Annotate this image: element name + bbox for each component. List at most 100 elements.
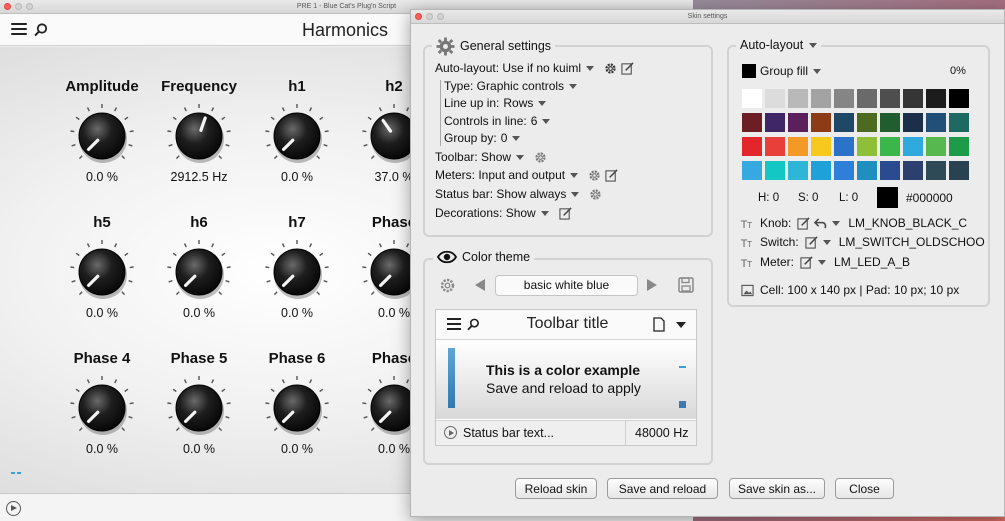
chevron-down-icon[interactable] xyxy=(822,239,831,245)
edit-icon[interactable] xyxy=(605,168,618,182)
decorations-dropdown[interactable]: Decorations: Show xyxy=(435,206,536,220)
color-swatch[interactable] xyxy=(810,112,832,133)
play-icon[interactable] xyxy=(6,501,21,516)
knob-dial[interactable] xyxy=(67,373,137,443)
color-swatch[interactable] xyxy=(902,160,924,181)
gear-icon[interactable] xyxy=(589,188,602,201)
knob-dial[interactable] xyxy=(262,101,332,171)
color-swatch[interactable] xyxy=(925,136,947,157)
theme-name-field[interactable]: basic white blue xyxy=(495,275,638,296)
knob-control[interactable]: h6 0.0 % xyxy=(150,213,248,320)
save-skin-as-button[interactable]: Save skin as... xyxy=(729,478,825,499)
color-swatch[interactable] xyxy=(764,112,786,133)
color-swatch[interactable] xyxy=(764,88,786,109)
next-theme-icon[interactable] xyxy=(647,279,657,291)
chevron-down-icon[interactable] xyxy=(540,210,549,216)
group-by-dropdown[interactable]: 0 xyxy=(501,131,508,145)
chevron-down-icon[interactable] xyxy=(571,191,580,197)
edit-icon[interactable] xyxy=(800,255,813,269)
chevron-down-icon[interactable] xyxy=(570,172,579,178)
group-fill-swatch[interactable] xyxy=(742,64,756,78)
color-swatch[interactable] xyxy=(879,112,901,133)
knob-control[interactable]: Amplitude 0.0 % xyxy=(53,77,151,184)
color-swatch[interactable] xyxy=(833,112,855,133)
knob-dial[interactable] xyxy=(164,101,234,171)
color-swatch[interactable] xyxy=(856,136,878,157)
color-swatch[interactable] xyxy=(810,136,832,157)
edit-icon[interactable] xyxy=(621,61,634,75)
color-swatch[interactable] xyxy=(741,88,763,109)
color-swatch[interactable] xyxy=(810,160,832,181)
color-swatch[interactable] xyxy=(833,136,855,157)
current-color-swatch[interactable] xyxy=(877,187,898,208)
color-swatch[interactable] xyxy=(833,88,855,109)
minimize-window-icon[interactable] xyxy=(426,13,433,20)
chevron-down-icon[interactable] xyxy=(586,65,595,71)
edit-icon[interactable] xyxy=(559,206,572,220)
chevron-down-icon[interactable] xyxy=(569,83,578,89)
meters-dropdown[interactable]: Meters: Input and output xyxy=(435,168,565,182)
color-swatch[interactable] xyxy=(925,160,947,181)
auto-layout-dropdown[interactable]: Auto-layout: Use if no kuiml xyxy=(435,61,581,75)
color-swatch[interactable] xyxy=(925,88,947,109)
color-swatch[interactable] xyxy=(787,88,809,109)
color-swatch[interactable] xyxy=(787,136,809,157)
knob-control[interactable]: Phase 5 0.0 % xyxy=(150,349,248,456)
knob-control[interactable]: Phase 6 0.0 % xyxy=(248,349,346,456)
gear-icon[interactable] xyxy=(588,169,601,182)
color-swatch[interactable] xyxy=(948,112,970,133)
color-swatch[interactable] xyxy=(925,112,947,133)
edit-icon[interactable] xyxy=(805,235,818,249)
color-swatch[interactable] xyxy=(879,88,901,109)
status-bar-dropdown[interactable]: Status bar: Show always xyxy=(435,187,566,201)
chevron-down-icon[interactable] xyxy=(832,220,841,226)
color-swatch[interactable] xyxy=(764,160,786,181)
reload-skin-button[interactable]: Reload skin xyxy=(515,478,597,499)
color-swatch[interactable] xyxy=(902,112,924,133)
knob-control[interactable]: h5 0.0 % xyxy=(53,213,151,320)
controls-in-line-dropdown[interactable]: 6 xyxy=(531,114,538,128)
color-swatch[interactable] xyxy=(879,160,901,181)
knob-dial[interactable] xyxy=(262,237,332,307)
edit-icon[interactable] xyxy=(797,216,810,230)
color-swatch[interactable] xyxy=(810,88,832,109)
chevron-down-icon[interactable] xyxy=(818,259,827,265)
color-swatch[interactable] xyxy=(856,112,878,133)
knob-control[interactable]: h7 0.0 % xyxy=(248,213,346,320)
save-icon[interactable] xyxy=(678,277,694,293)
gear-icon[interactable] xyxy=(604,62,617,75)
knob-dial[interactable] xyxy=(67,237,137,307)
color-swatch[interactable] xyxy=(856,88,878,109)
save-and-reload-button[interactable]: Save and reload xyxy=(607,478,718,499)
chevron-down-icon[interactable] xyxy=(512,135,521,141)
knob-control[interactable]: h1 0.0 % xyxy=(248,77,346,184)
knob-dial[interactable] xyxy=(67,101,137,171)
gear-icon[interactable] xyxy=(439,277,456,294)
close-button[interactable]: Close xyxy=(835,478,894,499)
previous-theme-icon[interactable] xyxy=(475,279,485,291)
type-dropdown[interactable]: Type: Graphic controls xyxy=(444,79,564,93)
menu-icon[interactable] xyxy=(11,23,27,37)
color-swatch[interactable] xyxy=(787,160,809,181)
chevron-down-icon[interactable] xyxy=(516,154,525,160)
minimize-window-icon[interactable] xyxy=(15,3,22,10)
color-swatch[interactable] xyxy=(741,160,763,181)
color-swatch[interactable] xyxy=(902,136,924,157)
chevron-down-icon[interactable] xyxy=(809,42,818,48)
undo-icon[interactable] xyxy=(814,217,827,230)
close-window-icon[interactable] xyxy=(415,13,422,20)
chevron-down-icon[interactable] xyxy=(813,68,822,74)
color-swatch[interactable] xyxy=(833,160,855,181)
chevron-down-icon[interactable] xyxy=(538,100,547,106)
zoom-window-icon[interactable] xyxy=(26,3,33,10)
color-swatch[interactable] xyxy=(764,136,786,157)
search-icon[interactable] xyxy=(34,23,48,37)
zoom-window-icon[interactable] xyxy=(437,13,444,20)
color-swatch[interactable] xyxy=(948,160,970,181)
color-swatch[interactable] xyxy=(856,160,878,181)
knob-control[interactable]: Phase 4 0.0 % xyxy=(53,349,151,456)
gear-icon[interactable] xyxy=(534,151,547,164)
auto-layout-title[interactable]: Auto-layout xyxy=(740,38,803,52)
chevron-down-icon[interactable] xyxy=(542,118,551,124)
toolbar-dropdown[interactable]: Toolbar: Show xyxy=(435,150,511,164)
